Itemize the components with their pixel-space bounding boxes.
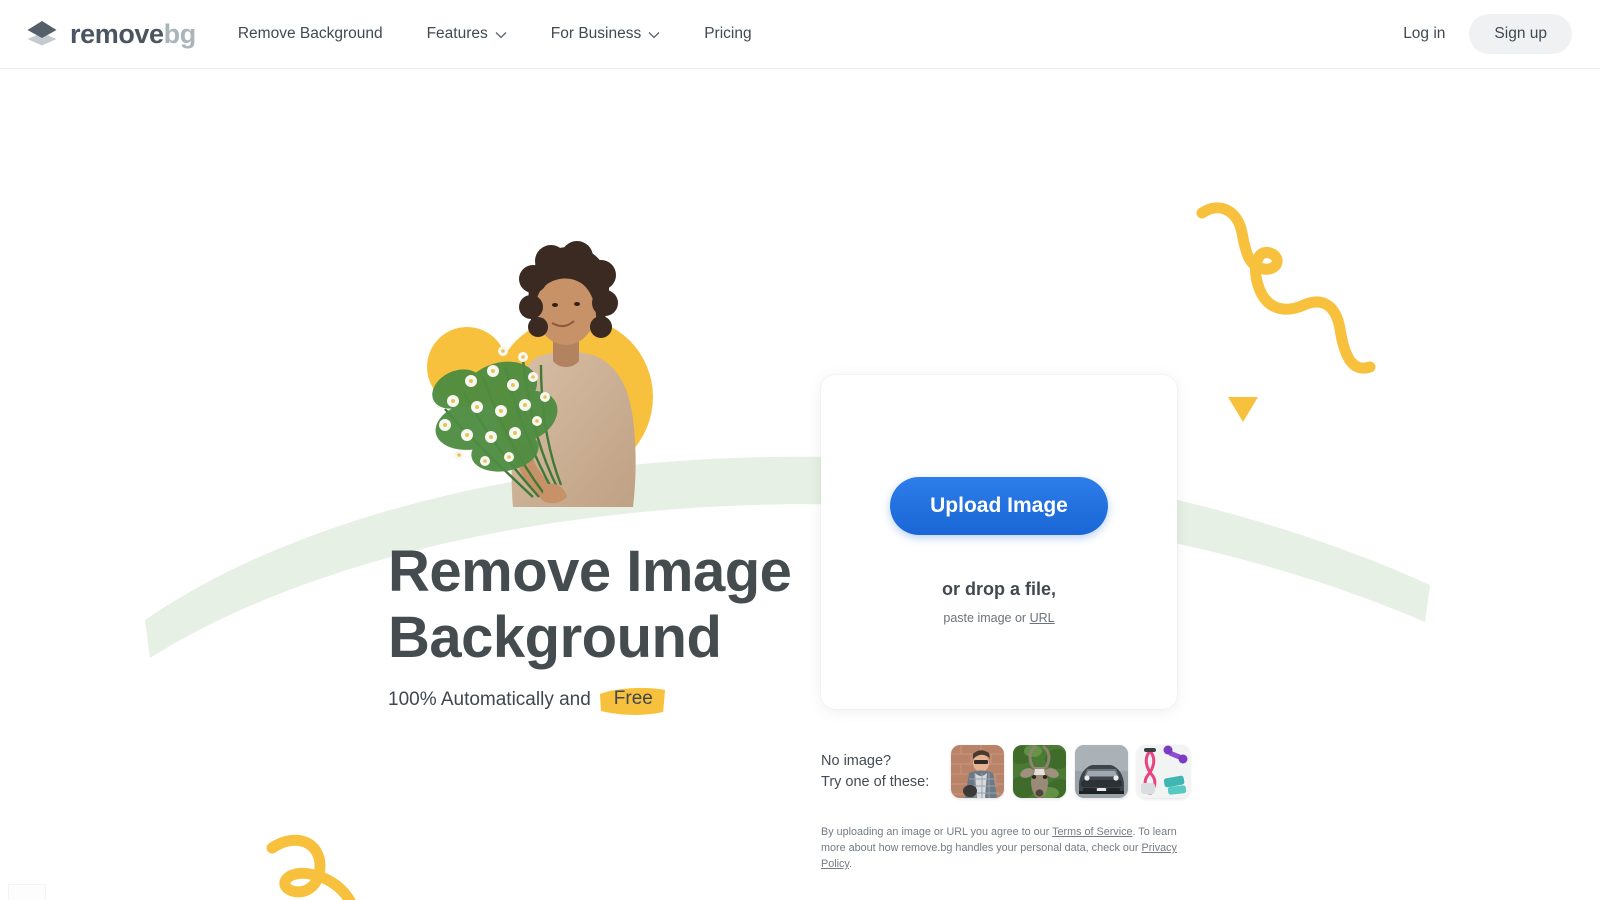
nav-item-remove-background[interactable]: Remove Background: [238, 15, 405, 53]
nav-label: For Business: [550, 25, 642, 42]
sample-label-line2: Try one of these:: [821, 773, 930, 790]
logo-text: removebg: [70, 18, 197, 49]
sample-car-thumbnail[interactable]: [1075, 745, 1128, 798]
nav-label: Remove Background: [237, 25, 383, 42]
signup-button[interactable]: Sign up: [1469, 14, 1572, 54]
sample-images-label: No image? Try one of these:: [821, 751, 951, 793]
corner-artifact: [8, 884, 46, 900]
hero-subtitle-prefix: 100% Automatically and: [388, 688, 591, 710]
terms-of-service-link[interactable]: Terms of Service: [1052, 826, 1132, 838]
legal-disclaimer: By uploading an image or URL you agree t…: [821, 824, 1178, 872]
free-highlight: Free: [598, 686, 667, 715]
sample-product-thumbnail[interactable]: [1137, 745, 1190, 798]
site-header: removebg Remove Background Features For …: [0, 0, 1600, 69]
drop-file-text: or drop a file,: [941, 579, 1056, 599]
upload-column: Upload Image or drop a file, paste image…: [821, 375, 1190, 872]
legal-text-part1: By uploading an image or URL you agree t…: [821, 826, 1053, 838]
paste-hint-prefix: paste image or: [943, 611, 1027, 625]
logo-text-remove: remove: [70, 18, 164, 49]
page-title-line2: Background: [388, 605, 722, 670]
upload-image-button[interactable]: Upload Image: [890, 477, 1108, 535]
nav-item-for-business[interactable]: For Business: [529, 15, 682, 53]
main-navigation: Remove Background Features For Business …: [238, 15, 774, 53]
chevron-down-icon: [648, 32, 660, 39]
logo-text-bg: bg: [163, 18, 197, 49]
chevron-down-icon: [495, 32, 507, 39]
page-title-line1: Remove Image: [388, 539, 792, 604]
layers-diamond-icon: [27, 21, 57, 46]
sample-thumbnails: [951, 745, 1190, 798]
sample-animal-thumbnail[interactable]: [1013, 745, 1066, 798]
hero-section: Remove Image Background 100% Automatical…: [0, 69, 1600, 900]
login-link[interactable]: Log in: [1389, 15, 1459, 53]
paste-url-link[interactable]: URL: [1030, 611, 1055, 625]
header-actions: Log in Sign up: [1389, 14, 1572, 54]
free-label: Free: [613, 688, 653, 709]
nav-item-features[interactable]: Features: [405, 15, 529, 53]
logo[interactable]: removebg: [24, 19, 196, 49]
sample-images-row: No image? Try one of these:: [821, 745, 1190, 798]
sample-label-line1: No image?: [821, 752, 892, 769]
page-title: Remove Image Background: [388, 539, 792, 671]
upload-dropzone[interactable]: Upload Image or drop a file, paste image…: [821, 375, 1177, 709]
hero-photo-woman-with-flowers: [427, 241, 653, 507]
nav-label: Pricing: [704, 25, 752, 42]
nav-item-pricing[interactable]: Pricing: [682, 15, 773, 53]
paste-hint: paste image or URL: [943, 611, 1054, 625]
hero-subtitle: 100% Automatically and Free: [388, 686, 667, 715]
legal-text-part3: .: [849, 858, 852, 870]
nav-label: Features: [426, 25, 488, 42]
sample-person-thumbnail[interactable]: [951, 745, 1004, 798]
